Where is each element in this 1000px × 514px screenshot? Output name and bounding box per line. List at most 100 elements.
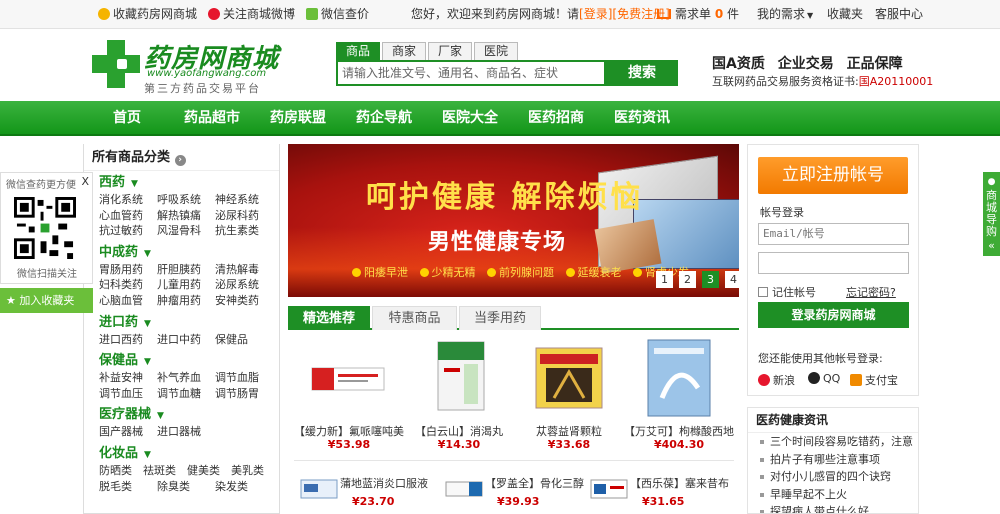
category-link[interactable]: 国产器械: [99, 424, 157, 440]
nav-investment[interactable]: 医药招商: [516, 101, 596, 136]
banner-page-4[interactable]: 4: [725, 271, 742, 288]
category-link[interactable]: 进口器械: [157, 424, 215, 440]
news-item[interactable]: 三个时间段容易吃错药，注意: [748, 433, 918, 451]
qq-login[interactable]: QQ: [808, 372, 840, 385]
category-link[interactable]: 神经系统: [215, 192, 273, 208]
category-group-title[interactable]: 医疗器械 ▼: [99, 406, 279, 424]
news-item[interactable]: 对付小儿感冒的四个诀窍: [748, 468, 918, 486]
category-link[interactable]: 除臭类: [157, 479, 215, 495]
product-card[interactable]: 苁蓉益肾颗粒 ¥33.68: [514, 338, 624, 453]
news-item[interactable]: 早睡早起不上火: [748, 486, 918, 504]
category-group-title[interactable]: 化妆品 ▼: [99, 445, 279, 463]
email-field[interactable]: Email/帐号: [758, 223, 909, 245]
login-link[interactable]: [登录]: [579, 7, 612, 21]
caret-down-icon: ▼: [144, 357, 151, 368]
category-row: 防晒类 祛斑类 健美类 美乳类: [99, 463, 279, 479]
category-link[interactable]: 心血管药: [99, 208, 157, 224]
category-group-title[interactable]: 进口药 ▼: [99, 314, 279, 332]
banner-page-1[interactable]: 1: [656, 271, 673, 288]
category-link[interactable]: 脱毛类: [99, 479, 157, 495]
nav-pharmacy-alliance[interactable]: 药房联盟: [258, 101, 338, 136]
password-field[interactable]: [758, 252, 909, 274]
close-icon[interactable]: X: [81, 175, 89, 188]
category-link[interactable]: 美乳类: [231, 463, 275, 479]
category-link[interactable]: 安神类药: [215, 293, 273, 309]
search-button[interactable]: 搜索: [606, 60, 678, 86]
favorite-shop-link[interactable]: 收藏药房网商城: [98, 0, 197, 29]
login-title: 帐号登录: [760, 206, 804, 219]
category-link[interactable]: 染发类: [215, 479, 273, 495]
weibo-link[interactable]: 关注商城微博: [208, 0, 295, 29]
category-link[interactable]: 清热解毒: [215, 262, 273, 278]
category-link[interactable]: 解热镇痛: [157, 208, 215, 224]
nav-news[interactable]: 医药资讯: [602, 101, 682, 136]
product-card[interactable]: 蒲地蓝消炎口服液 ¥23.70: [300, 462, 445, 512]
category-link[interactable]: 消化系统: [99, 192, 157, 208]
category-link[interactable]: 抗过敏药: [99, 223, 157, 239]
category-link[interactable]: 儿童用药: [157, 277, 215, 293]
category-link[interactable]: 泌尿系统: [215, 277, 273, 293]
wechat-price-link[interactable]: 微信查价: [306, 0, 369, 29]
tab-seasonal[interactable]: 当季用药: [459, 306, 541, 330]
product-card[interactable]: 【罗盖全】骨化三醇 ¥39.93: [445, 462, 590, 512]
news-item[interactable]: 拍片子有哪些注意事项: [748, 451, 918, 469]
category-link[interactable]: 调节肠胃: [215, 386, 273, 402]
add-favorites-button[interactable]: ★ 加入收藏夹: [0, 288, 93, 313]
favorites-link[interactable]: 收藏夹: [827, 0, 863, 29]
remember-checkbox[interactable]: 记住帐号: [758, 284, 816, 300]
alipay-login[interactable]: 支付宝: [850, 372, 898, 388]
banner-page-3[interactable]: 3: [702, 271, 719, 288]
category-link[interactable]: 风湿骨科: [157, 223, 215, 239]
category-link[interactable]: 祛斑类: [143, 463, 187, 479]
register-account-button[interactable]: 立即注册帐号: [758, 157, 908, 194]
category-link[interactable]: 补气养血: [157, 370, 215, 386]
search-tab-manufacturers[interactable]: 厂家: [428, 42, 473, 60]
nav-hospitals[interactable]: 医院大全: [430, 101, 510, 136]
product-card[interactable]: 【缓力新】氟哌噻吨美 ¥53.98: [294, 338, 404, 453]
category-link[interactable]: 进口中药: [157, 332, 215, 348]
category-link[interactable]: 调节血糖: [157, 386, 215, 402]
category-link[interactable]: 补益安神: [99, 370, 157, 386]
category-link[interactable]: 调节血压: [99, 386, 157, 402]
category-group-title[interactable]: 保健品 ▼: [99, 352, 279, 370]
tab-featured[interactable]: 精选推荐: [288, 306, 370, 330]
forgot-password-link[interactable]: 忘记密码?: [846, 284, 896, 300]
news-item[interactable]: 探望病人带点什么好: [748, 503, 918, 513]
category-link[interactable]: 呼吸系统: [157, 192, 215, 208]
my-needs-menu[interactable]: 我的需求 ▼: [757, 0, 813, 29]
search-input[interactable]: 请输入批准文号、通用名、商品名、症状: [336, 60, 606, 86]
nav-pharma-directory[interactable]: 药企导航: [344, 101, 424, 136]
category-link[interactable]: 肿瘤用药: [157, 293, 215, 309]
search-tab-hospitals[interactable]: 医院: [474, 42, 519, 60]
tab-specials[interactable]: 特惠商品: [372, 306, 457, 330]
sina-login[interactable]: 新浪: [758, 372, 795, 388]
category-link[interactable]: 进口西药: [99, 332, 157, 348]
category-group-title[interactable]: 西药 ▼: [99, 174, 279, 192]
category-link[interactable]: 胃肠用药: [99, 262, 157, 278]
product-card[interactable]: 【白云山】消渴丸 ¥14.30: [404, 338, 514, 453]
category-group-title[interactable]: 中成药 ▼: [99, 244, 279, 262]
product-card[interactable]: 【万艾可】枸橼酸西地 ¥404.30: [624, 338, 734, 453]
category-link[interactable]: 妇科类药: [99, 277, 157, 293]
category-link[interactable]: 健美类: [187, 463, 231, 479]
category-link[interactable]: 泌尿科药: [215, 208, 273, 224]
banner-page-2[interactable]: 2: [679, 271, 696, 288]
category-row: 脱毛类 除臭类 染发类: [99, 479, 279, 495]
shopping-guide-tab[interactable]: ● 商城导购 «: [983, 172, 1000, 256]
login-button[interactable]: 登录药房网商城: [758, 302, 909, 328]
search-tab-merchants[interactable]: 商家: [382, 42, 427, 60]
product-card[interactable]: 【西乐葆】塞来昔布 ¥31.65: [590, 462, 735, 512]
nav-drug-market[interactable]: 药品超市: [172, 101, 252, 136]
category-link[interactable]: 调节血脂: [215, 370, 273, 386]
category-link[interactable]: 保健品: [215, 332, 273, 348]
service-center-link[interactable]: 客服中心: [875, 0, 923, 29]
category-link[interactable]: 抗生素类: [215, 223, 273, 239]
site-logo[interactable]: 药房网商城 www.yaofangwang.com 第三方药品交易平台: [92, 38, 292, 98]
nav-home[interactable]: 首页: [92, 101, 162, 136]
category-link[interactable]: 心脑血管: [99, 293, 157, 309]
category-link[interactable]: 防晒类: [99, 463, 143, 479]
category-header[interactable]: 所有商品分类 ›: [84, 144, 279, 171]
category-link[interactable]: 肝胆胰药: [157, 262, 215, 278]
search-tab-products[interactable]: 商品: [336, 42, 381, 60]
cart-link[interactable]: 需求单 0 件: [657, 0, 739, 29]
